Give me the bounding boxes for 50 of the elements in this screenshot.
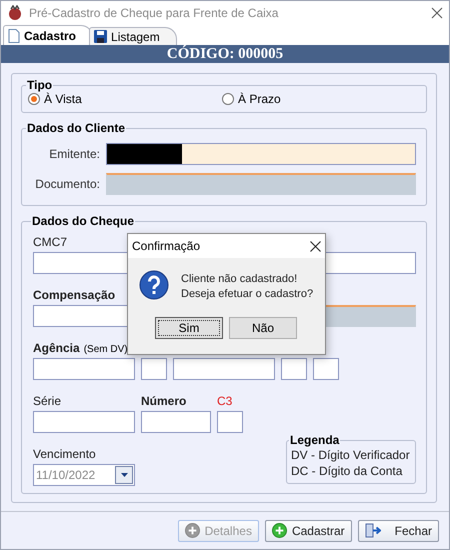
question-icon <box>139 270 169 300</box>
app-logo-icon <box>7 5 23 21</box>
dialog-button[interactable]: Não <box>229 317 297 339</box>
document-icon <box>8 28 20 42</box>
radio-option[interactable]: À Prazo <box>222 92 416 106</box>
close-icon[interactable] <box>310 240 321 252</box>
field-hint: (Sem DV) <box>84 344 128 355</box>
group-title: Dados do Cheque <box>31 214 136 228</box>
input-field[interactable] <box>217 411 243 433</box>
field-label: CMC7 <box>33 235 68 249</box>
legend-text: DC - Dígito da Conta <box>291 463 404 479</box>
group-title: Tipo <box>26 78 54 92</box>
date-field[interactable]: 11/10/2022 <box>33 464 135 486</box>
plus-icon <box>272 523 287 538</box>
radio-option[interactable]: À Vista <box>28 92 222 106</box>
radio-button[interactable] <box>222 93 234 105</box>
field-label: Série <box>33 394 62 408</box>
code-header: CÓDIGO: 000005 <box>1 45 449 63</box>
field-label: Número <box>141 394 188 408</box>
field-label: Emitente: <box>48 147 101 161</box>
exit-door-icon <box>364 523 381 538</box>
tab[interactable]: Listagem <box>89 27 177 45</box>
input-field[interactable] <box>281 358 307 380</box>
action-button[interactable]: Cadastrar <box>264 520 352 542</box>
window-title: Pré-Cadastro de Cheque para Frente de Caixa <box>29 6 280 20</box>
group-title: Legenda <box>289 433 340 447</box>
action-button[interactable]: Fechar <box>358 520 439 542</box>
dialog-button[interactable]: Sim <box>155 317 223 339</box>
input-field[interactable] <box>141 411 211 433</box>
group-title: Dados do Cliente <box>26 121 126 135</box>
input-field[interactable] <box>33 411 135 433</box>
close-icon[interactable] <box>431 7 443 19</box>
field-label: Agência <box>33 341 80 355</box>
input-field[interactable] <box>173 358 275 380</box>
field-label: Documento: <box>34 177 101 191</box>
dialog-message: Cliente não cadastrado! Deseja efetuar o cadastro? <box>181 272 314 302</box>
field-label: C3 <box>217 394 232 408</box>
caret-icon <box>120 473 128 477</box>
radio-button[interactable] <box>28 93 40 105</box>
dropdown-button[interactable] <box>115 466 133 484</box>
input-field[interactable] <box>313 358 339 380</box>
legend-text: DV - Dígito Verificador <box>291 447 411 463</box>
field-label: Compensação <box>33 288 116 302</box>
dialog-title: Confirmação <box>132 239 200 253</box>
plus-icon <box>184 523 200 538</box>
date-value: 11/10/2022 <box>36 468 96 482</box>
input-field[interactable] <box>141 358 167 380</box>
input-field[interactable] <box>33 358 135 380</box>
input-field[interactable] <box>106 143 416 165</box>
field-label: Vencimento <box>33 447 96 461</box>
